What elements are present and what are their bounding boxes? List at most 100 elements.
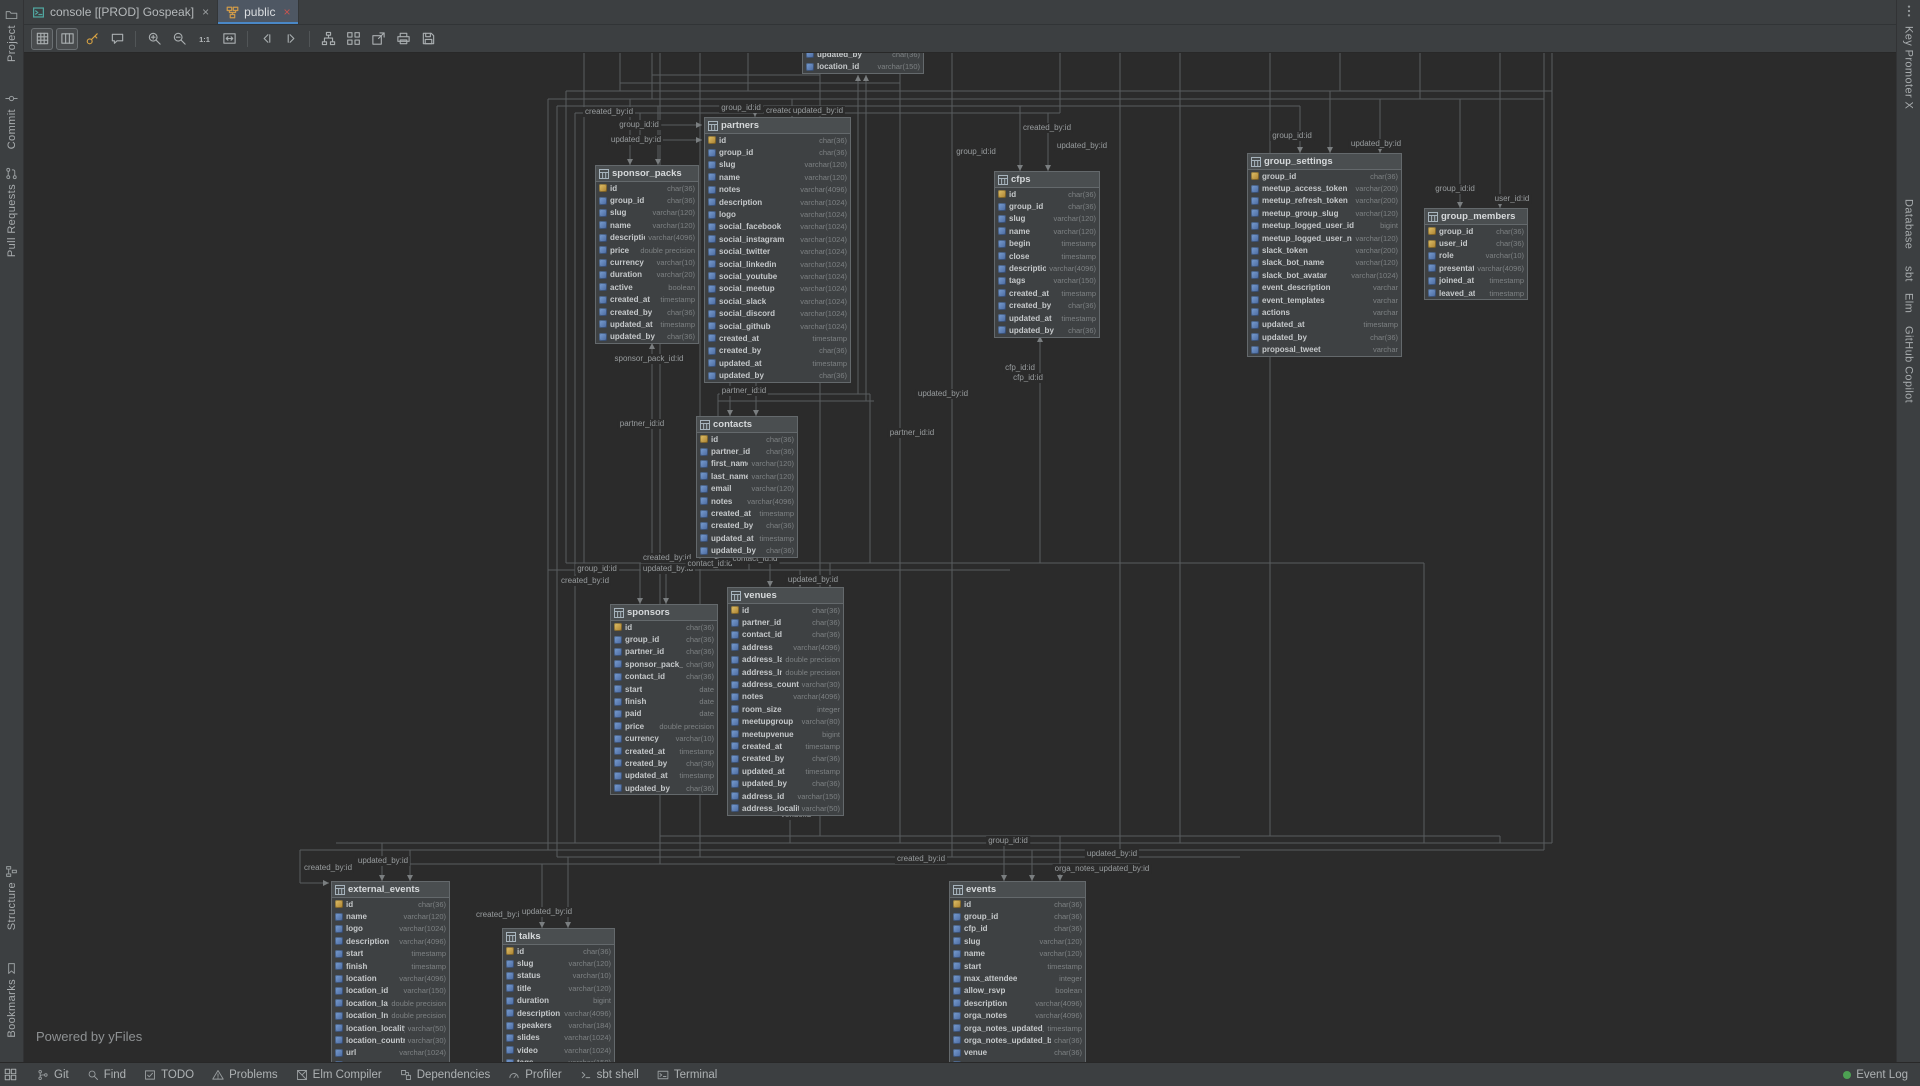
column-name: updated_at	[625, 771, 668, 780]
column-icon	[731, 656, 739, 664]
table-node-header[interactable]: talks	[503, 929, 614, 945]
status-item-todo[interactable]: TODO	[144, 1069, 194, 1081]
tab-console-prod-gospeak-[interactable]: console [[PROD] Gospeak]×	[24, 0, 218, 24]
column-icon	[506, 997, 514, 1005]
key-column-icon	[335, 900, 343, 908]
table-node-partners[interactable]: partnersidchar(36)group_idchar(36)slugva…	[704, 117, 851, 383]
status-item-event-log[interactable]: Event Log	[1843, 1069, 1908, 1081]
zoom-in-button[interactable]	[143, 28, 165, 50]
sidebar-item-structure[interactable]: Structure	[5, 865, 18, 930]
column-type: char(36)	[686, 759, 714, 768]
column-icon	[506, 1022, 514, 1030]
zoom-out-button[interactable]	[168, 28, 190, 50]
sidebar-item-bookmarks[interactable]: Bookmarks	[5, 962, 18, 1038]
layout-groups-button[interactable]	[342, 28, 364, 50]
column-name: id	[610, 184, 617, 193]
column-name: notes	[742, 692, 763, 701]
tab-close-icon[interactable]: ×	[202, 6, 209, 18]
sidebar-item-project[interactable]: Project	[5, 8, 18, 62]
status-item-problems[interactable]: Problems	[212, 1069, 278, 1081]
zoom-in-icon	[147, 31, 162, 46]
sidebar-item-key-promoter-x[interactable]: Key Promoter X	[1903, 26, 1915, 109]
table-node-group_settings[interactable]: group_settingsgroup_idchar(36)meetup_acc…	[1247, 153, 1402, 357]
table-node-header[interactable]: sponsors	[611, 605, 717, 621]
table-node-events[interactable]: eventsidchar(36)group_idchar(36)cfp_idch…	[949, 881, 1086, 1062]
column-row: contact_idchar(36)	[728, 629, 843, 641]
status-item-find[interactable]: Find	[87, 1069, 126, 1081]
column-icon	[708, 297, 716, 305]
status-item-profiler[interactable]: Profiler	[508, 1069, 561, 1081]
edge-label: created_by:id	[559, 576, 611, 586]
column-type: varchar(120)	[652, 221, 695, 230]
tab-close-icon[interactable]: ×	[283, 6, 290, 18]
table-node-venues[interactable]: venuesidchar(36)partner_idchar(36)contac…	[727, 587, 844, 816]
table-node-header[interactable]: group_settings	[1248, 154, 1401, 170]
table-node-header[interactable]: venues	[728, 588, 843, 604]
show-columns-button[interactable]	[56, 28, 78, 50]
diagram-canvas[interactable]: created_by:idgroup_id:idcreated_by:idupd…	[24, 53, 1896, 1062]
column-icon	[335, 962, 343, 970]
sidebar-item-pull-requests[interactable]: Pull Requests	[5, 167, 18, 257]
nav-back-button[interactable]	[255, 28, 277, 50]
table-node-talks[interactable]: talksidchar(36)slugvarchar(120)statusvar…	[502, 928, 615, 1062]
table-node-header[interactable]: cfps	[995, 172, 1099, 188]
sidebar-item-commit[interactable]: Commit	[5, 92, 18, 149]
column-name: meetupgroup	[742, 717, 793, 726]
tab-public[interactable]: public×	[218, 0, 299, 24]
export-image-button[interactable]	[417, 28, 439, 50]
snap-to-grid-button[interactable]	[31, 28, 53, 50]
show-keys-button[interactable]	[81, 28, 103, 50]
column-name: role	[1439, 251, 1454, 260]
column-name: start	[346, 949, 363, 958]
print-button[interactable]	[392, 28, 414, 50]
sidebar-item-sbt[interactable]: sbt	[1903, 266, 1915, 282]
column-type: timestamp	[759, 534, 794, 543]
table-node-header[interactable]: events	[950, 882, 1085, 898]
table-node-header[interactable]: external_events	[332, 882, 449, 898]
stripe-label: Structure	[6, 882, 18, 930]
sidebar-item-elm[interactable]: Elm	[1903, 293, 1915, 313]
table-node-sponsor_packs[interactable]: sponsor_packsidchar(36)group_idchar(36)s…	[595, 165, 699, 344]
table-node-header[interactable]: group_members	[1425, 209, 1527, 225]
column-icon	[998, 326, 1006, 334]
table-node-group_members[interactable]: group_membersgroup_idchar(36)user_idchar…	[1424, 208, 1528, 300]
status-item-elm-compiler[interactable]: Elm Compiler	[296, 1069, 382, 1081]
status-item-sbt-shell[interactable]: sbt shell	[580, 1069, 639, 1081]
table-node-sponsors[interactable]: sponsorsidchar(36)group_idchar(36)partne…	[610, 604, 718, 795]
tool-window-switcher[interactable]	[4, 1068, 17, 1081]
table-node-header[interactable]: partners	[705, 118, 850, 134]
table-node-header[interactable]: contacts	[697, 417, 797, 433]
column-row: social_twittervarchar(1024)	[705, 246, 850, 258]
column-row: last_namevarchar(120)	[697, 470, 797, 482]
table-node-contacts[interactable]: contactsidchar(36)partner_idchar(36)firs…	[696, 416, 798, 558]
table-icon	[1251, 157, 1261, 167]
status-item-terminal[interactable]: Terminal	[657, 1069, 717, 1081]
column-row: contact_idchar(36)	[611, 671, 717, 683]
sidebar-item-database[interactable]: Database	[1903, 199, 1915, 249]
table-node-cfps[interactable]: cfpsidchar(36)group_idchar(36)slugvarcha…	[994, 171, 1100, 338]
show-comments-button[interactable]	[106, 28, 128, 50]
column-type: timestamp	[1061, 289, 1096, 298]
open-in-editor-button[interactable]	[367, 28, 389, 50]
sidebar-item-github-copilot[interactable]: GitHub Copilot	[1903, 326, 1915, 403]
status-item-dependencies[interactable]: Dependencies	[400, 1069, 491, 1081]
column-type: varchar(150)	[1053, 276, 1096, 285]
column-name: logo	[719, 210, 736, 219]
status-item-git[interactable]: Git	[37, 1069, 69, 1081]
layout-hierarchic-button[interactable]	[317, 28, 339, 50]
column-icon	[731, 804, 739, 812]
column-name: created_by	[610, 308, 652, 317]
right-stripe-options[interactable]	[1902, 4, 1916, 18]
nav-forward-button[interactable]	[280, 28, 302, 50]
column-name: created_by	[711, 521, 753, 530]
table-node-header[interactable]: sponsor_packs	[596, 166, 698, 182]
column-row: videovarchar(1024)	[503, 1044, 614, 1056]
column-name: meetup_logged_user_id	[1262, 221, 1354, 230]
table-node-external_events[interactable]: external_eventsidchar(36)namevarchar(120…	[331, 881, 450, 1062]
table-node-clipped[interactable]: updated_bychar(36)location_idvarchar(150…	[802, 53, 924, 74]
column-name: updated_by	[1262, 333, 1307, 342]
actual-size-button[interactable]: 1:1	[193, 28, 215, 50]
column-icon	[998, 227, 1006, 235]
fit-content-button[interactable]	[218, 28, 240, 50]
column-row: presentationvarchar(4096)	[1425, 262, 1527, 274]
